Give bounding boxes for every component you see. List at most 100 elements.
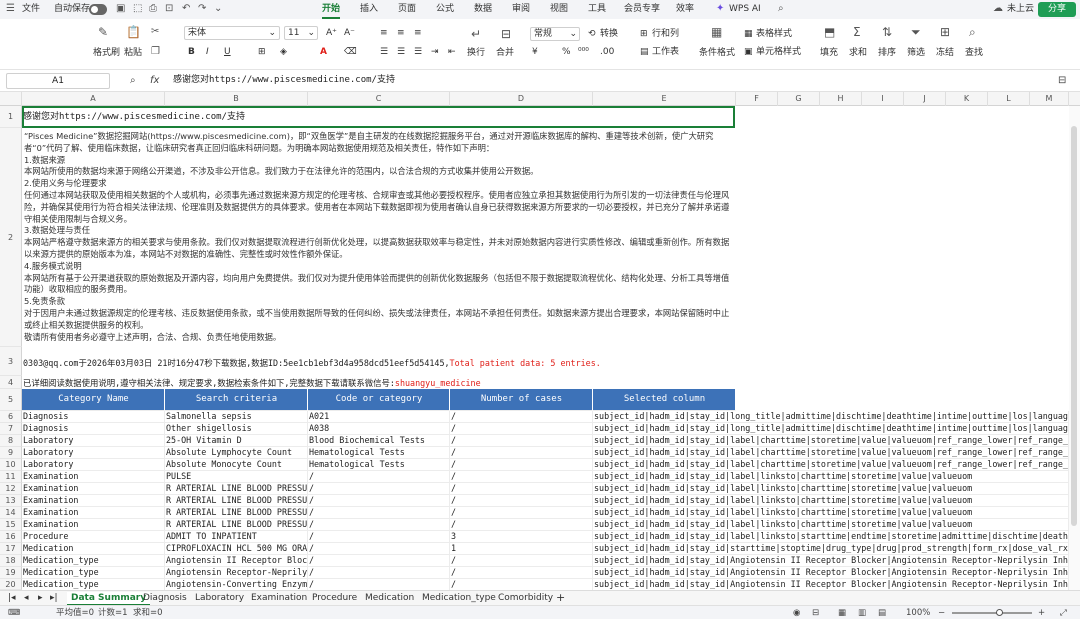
column-header[interactable]: I (862, 92, 904, 106)
table-cell-search-criteria[interactable]: ADMIT TO INPATIENT (165, 531, 308, 543)
undo-icon[interactable]: ↶ (182, 2, 190, 16)
table-cell-search-criteria[interactable]: R ARTERIAL LINE BLOOD PRESSURE (165, 483, 308, 495)
table-cell-selected-columns[interactable]: subject_id|hadm_id|stay_id|starttime|sto… (593, 543, 1069, 555)
column-header[interactable]: D (450, 92, 593, 106)
export-icon[interactable]: ⬚ (133, 2, 142, 16)
eraser-icon[interactable]: ⌫ (344, 47, 357, 58)
fill-color-icon[interactable]: ◈ (280, 47, 287, 58)
table-cell-category[interactable]: Medication_type (22, 579, 165, 590)
status-average[interactable]: 平均值=0 (56, 608, 94, 619)
sort-icon[interactable]: ⇅ (882, 25, 892, 39)
macro-icon[interactable]: ⌨ (8, 608, 20, 619)
table-cell-selected-columns[interactable]: subject_id|hadm_id|stay_id|long_title|ad… (593, 411, 1069, 423)
add-sheet-button[interactable]: + (556, 592, 565, 604)
tab-efficiency[interactable]: 效率 (676, 4, 694, 15)
last-sheet-icon[interactable]: ▸| (50, 592, 58, 604)
row-header[interactable]: 6 (0, 411, 22, 423)
table-cell-cases[interactable]: / (450, 567, 593, 579)
row-header[interactable]: 9 (0, 447, 22, 459)
layout-icon[interactable]: ⊟ (812, 608, 819, 619)
table-cell-category[interactable]: Medication_type (22, 555, 165, 567)
table-cell-selected-columns[interactable]: subject_id|hadm_id|stay_id|Angiotensin I… (593, 579, 1069, 590)
table-cell-search-criteria[interactable]: Angiotensin II Receptor Blocker (165, 555, 308, 567)
paste-icon[interactable]: 📋 (126, 25, 141, 39)
cloud-status[interactable]: 未上云 (1007, 4, 1034, 15)
table-cell-cases[interactable]: / (450, 483, 593, 495)
tab-data[interactable]: 数据 (474, 4, 492, 15)
sheet-tab-data-summary[interactable]: Data Summary (67, 592, 151, 606)
align-bottom-icon[interactable]: ≡ (414, 28, 422, 39)
sheet-tab-laboratory[interactable]: Laboratory (195, 592, 244, 604)
table-cell-selected-columns[interactable]: subject_id|hadm_id|stay_id|long_title|ad… (593, 423, 1069, 435)
zoom-in-icon[interactable]: + (1038, 608, 1045, 619)
table-cell-code[interactable]: / (308, 483, 450, 495)
tab-formula[interactable]: 公式 (436, 4, 454, 15)
print-icon[interactable]: ⎙ (149, 2, 157, 16)
thousands-icon[interactable]: ⁰⁰⁰ (578, 47, 589, 58)
merge-icon[interactable]: ⊟ (501, 27, 511, 41)
sort-label[interactable]: 排序 (878, 48, 896, 59)
table-cell-code[interactable]: / (308, 507, 450, 519)
eye-icon[interactable]: ◉ (793, 608, 800, 619)
table-cell-selected-columns[interactable]: subject_id|hadm_id|stay_id|label|chartti… (593, 435, 1069, 447)
sheet-tab-procedure[interactable]: Procedure (312, 592, 357, 604)
number-format-select[interactable]: 常规 ⌄ (530, 27, 580, 41)
find-icon[interactable]: ⌕ (969, 25, 976, 39)
table-cell-category[interactable]: Procedure (22, 531, 165, 543)
table-cell-selected-columns[interactable]: subject_id|hadm_id|stay_id|label|linksto… (593, 471, 1069, 483)
redo-icon[interactable]: ↷ (198, 2, 206, 16)
zoom-slider[interactable] (952, 609, 1032, 616)
normal-view-icon[interactable]: ▦ (838, 608, 846, 619)
table-cell-code[interactable]: Blood Biochemical Tests (308, 435, 450, 447)
table-cell-category[interactable]: Medication (22, 543, 165, 555)
table-cell-cases[interactable]: 1 (450, 543, 593, 555)
table-cell-category[interactable]: Examination (22, 495, 165, 507)
row-header[interactable]: 19 (0, 567, 22, 579)
column-header[interactable]: L (988, 92, 1030, 106)
table-cell-category[interactable]: Examination (22, 483, 165, 495)
status-count[interactable]: 计数=1 (98, 608, 128, 619)
table-cell-code[interactable]: / (308, 531, 450, 543)
table-header-category[interactable]: Category Name (22, 389, 165, 411)
align-center-icon[interactable]: ☰ (397, 47, 405, 58)
table-cell-category[interactable]: Diagnosis (22, 411, 165, 423)
table-style-icon[interactable]: ▦ (744, 29, 753, 40)
table-cell-search-criteria[interactable]: Salmonella sepsis (165, 411, 308, 423)
column-header[interactable]: H (820, 92, 862, 106)
autosave-toggle[interactable] (89, 4, 107, 15)
tab-member[interactable]: 会员专享 (624, 4, 660, 15)
format-painter-label[interactable]: 格式刷 (93, 48, 120, 59)
more-icon[interactable]: ⌄ (214, 2, 222, 16)
row-header[interactable]: 5 (0, 389, 22, 411)
column-header[interactable]: J (904, 92, 946, 106)
download-info[interactable]: 0303@qq.com于2026年03月03日 21时16分47秒下载数据,数据… (22, 355, 735, 372)
table-cell-category[interactable]: Laboratory (22, 435, 165, 447)
table-cell-selected-columns[interactable]: subject_id|hadm_id|stay_id|label|chartti… (593, 447, 1069, 459)
sum-label[interactable]: 求和 (849, 48, 867, 59)
table-cell-category[interactable]: Examination (22, 471, 165, 483)
cell-style-icon[interactable]: ▣ (744, 47, 753, 58)
row-header[interactable]: 8 (0, 435, 22, 447)
select-all-corner[interactable] (0, 92, 22, 106)
table-cell-search-criteria[interactable]: CIPROFLOXACIN HCL 500 MG ORAL (165, 543, 308, 555)
page-layout-view-icon[interactable]: ▤ (878, 608, 886, 619)
table-cell-search-criteria[interactable]: Absolute Monocyte Count (165, 459, 308, 471)
conditional-format-icon[interactable]: ▦ (711, 25, 722, 39)
table-header-code[interactable]: Code or category (308, 389, 450, 411)
tab-view[interactable]: 视图 (550, 4, 568, 15)
find-label[interactable]: 查找 (965, 48, 983, 59)
border-icon[interactable]: ⊞ (258, 47, 266, 58)
wrap-icon[interactable]: ↵ (471, 27, 481, 41)
row-header[interactable]: 17 (0, 543, 22, 555)
zoom-level[interactable]: 100% (906, 608, 930, 619)
table-cell-selected-columns[interactable]: subject_id|hadm_id|stay_id|label|linksto… (593, 519, 1069, 531)
preview-icon[interactable]: ⊡ (165, 2, 173, 16)
table-cell-cases[interactable]: / (450, 447, 593, 459)
table-cell-code[interactable]: / (308, 555, 450, 567)
table-cell-search-criteria[interactable]: R ARTERIAL LINE BLOOD PRESSURE (165, 507, 308, 519)
rows-cols-label[interactable]: 行和列 (652, 29, 679, 40)
table-cell-search-criteria[interactable]: R ARTERIAL LINE BLOOD PRESSURE (165, 495, 308, 507)
table-cell-code[interactable]: Hematological Tests (308, 459, 450, 471)
table-cell-category[interactable]: Examination (22, 507, 165, 519)
font-name-select[interactable]: 宋体 ⌄ (184, 26, 280, 40)
